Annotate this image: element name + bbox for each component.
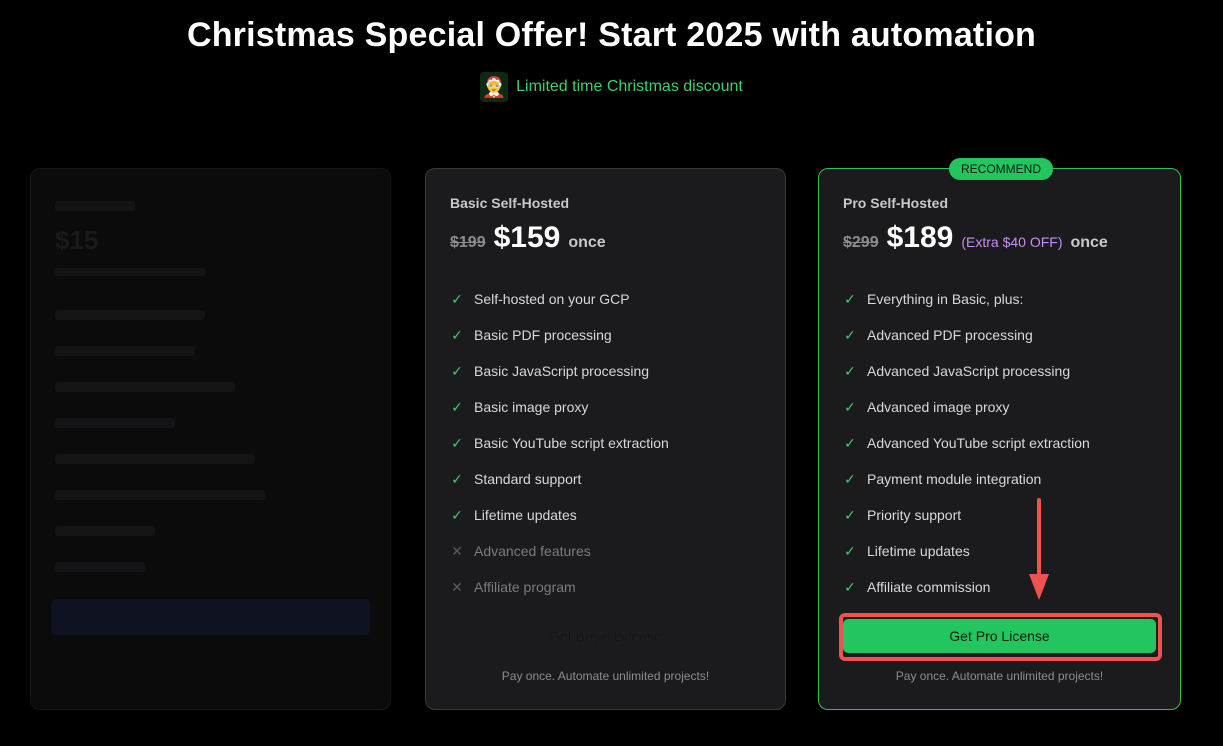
- feature-list: ✓ Everything in Basic, plus: ✓ Advanced PD…: [843, 281, 1156, 605]
- feature-label: Advanced image proxy: [867, 399, 1010, 415]
- cross-icon: ✕: [451, 578, 463, 595]
- price-row: $299 $189 (Extra $40 OFF) once: [843, 221, 1156, 255]
- feature-item: ✓ Basic PDF processing: [450, 317, 761, 353]
- button-label: Get Pro License: [949, 628, 1050, 644]
- feature-label: Everything in Basic, plus:: [867, 291, 1024, 307]
- feature-label: Lifetime updates: [867, 543, 970, 559]
- billing-period: once: [1070, 234, 1108, 251]
- page-title: Christmas Special Offer! Start 2025 with…: [186, 16, 1037, 54]
- feature-label: Basic JavaScript processing: [474, 363, 650, 379]
- feature-item: ✓ Standard support: [450, 461, 761, 497]
- recommend-badge: RECOMMEND: [949, 158, 1053, 180]
- check-icon: ✓: [844, 362, 856, 379]
- feature-placeholder: [55, 562, 145, 572]
- feature-label: Advanced YouTube script extraction: [867, 435, 1090, 451]
- feature-placeholder: [55, 310, 205, 320]
- feature-placeholder: [55, 382, 235, 392]
- feature-item: ✓ Self-hosted on your GCP: [450, 281, 761, 317]
- feature-item: ✓ Everything in Basic, plus:: [843, 281, 1156, 317]
- plan-price-cloud: $15: [55, 225, 99, 255]
- get-basic-license-button[interactable]: Get Basic License: [450, 619, 761, 653]
- check-icon: ✓: [844, 398, 856, 415]
- payment-note: Pay once. Automate unlimited projects!: [895, 669, 1104, 683]
- feature-item: ✓ Basic image proxy: [450, 389, 761, 425]
- feature-list: ✓ Self-hosted on your GCP ✓ Basic PDF proc…: [450, 281, 761, 605]
- feature-item: ✓ Payment module integration: [843, 461, 1156, 497]
- billing-period: once: [568, 234, 606, 251]
- feature-item: ✓ Basic YouTube script extraction: [450, 425, 761, 461]
- original-price: $299: [843, 234, 879, 251]
- feature-label: Basic image proxy: [474, 399, 589, 415]
- feature-item-excluded: ✕ Affiliate program: [450, 569, 761, 605]
- feature-item: ✓ Advanced YouTube script extraction: [843, 425, 1156, 461]
- plan-card-cloud: $15: [30, 168, 391, 710]
- plan-name: Pro Self-Hosted: [843, 195, 949, 211]
- check-icon: ✓: [451, 362, 463, 379]
- feature-label: Standard support: [474, 471, 582, 487]
- feature-label: Basic PDF processing: [474, 327, 612, 343]
- cloud-cta-button[interactable]: [51, 599, 370, 635]
- check-icon: ✓: [451, 434, 463, 451]
- feature-label: Self-hosted on your GCP: [474, 291, 630, 307]
- check-icon: ✓: [844, 326, 856, 343]
- check-icon: ✓: [844, 578, 856, 595]
- original-price: $199: [450, 234, 486, 251]
- feature-item: ✓ Lifetime updates: [450, 497, 761, 533]
- feature-item: ✓ Advanced image proxy: [843, 389, 1156, 425]
- check-icon: ✓: [451, 470, 463, 487]
- cross-icon: ✕: [451, 542, 463, 559]
- feature-placeholder: [55, 418, 175, 428]
- feature-item: ✓ Affiliate commission: [843, 569, 1156, 605]
- feature-label: Advanced JavaScript processing: [867, 363, 1071, 379]
- feature-item: ✓ Advanced PDF processing: [843, 317, 1156, 353]
- plan-card-pro: RECOMMEND Pro Self-Hosted $299 $189 (Ext…: [818, 158, 1181, 710]
- price-row: $199 $159 once: [450, 221, 761, 255]
- promo-subtitle: 🤶 Limited time Christmas discount: [0, 72, 1223, 102]
- get-pro-license-button[interactable]: Get Pro License: [843, 619, 1156, 653]
- sale-price: $189: [886, 221, 954, 254]
- feature-item: ✓ Advanced JavaScript processing: [843, 353, 1156, 389]
- feature-item: ✓ Priority support: [843, 497, 1156, 533]
- feature-label: Priority support: [867, 507, 962, 523]
- check-icon: ✓: [844, 542, 856, 559]
- check-icon: ✓: [844, 506, 856, 523]
- payment-note: Pay once. Automate unlimited projects!: [501, 669, 710, 683]
- feature-label: Advanced features: [474, 543, 591, 559]
- plan-card-basic: Basic Self-Hosted $199 $159 once ✓ Self-h…: [425, 168, 786, 710]
- check-icon: ✓: [451, 398, 463, 415]
- check-icon: ✓: [844, 290, 856, 307]
- feature-item: ✓ Lifetime updates: [843, 533, 1156, 569]
- check-icon: ✓: [844, 434, 856, 451]
- check-icon: ✓: [451, 506, 463, 523]
- feature-label: Basic YouTube script extraction: [474, 435, 669, 451]
- feature-placeholder: [55, 346, 195, 356]
- feature-label: Affiliate commission: [867, 579, 991, 595]
- feature-label: Advanced PDF processing: [867, 327, 1033, 343]
- arrow-down-icon: [1029, 498, 1049, 600]
- check-icon: ✓: [451, 326, 463, 343]
- check-icon: ✓: [844, 470, 856, 487]
- mrs-claus-emoji-icon: 🤶: [480, 72, 509, 102]
- feature-label: Payment module integration: [867, 471, 1042, 487]
- plan-note-placeholder: [55, 268, 205, 276]
- feature-placeholder: [55, 526, 155, 536]
- plan-name: Basic Self-Hosted: [450, 195, 570, 211]
- feature-item: ✓ Basic JavaScript processing: [450, 353, 761, 389]
- sale-price: $159: [493, 221, 561, 254]
- feature-placeholder: [55, 490, 265, 500]
- feature-placeholder: [55, 454, 255, 464]
- button-label: Get Basic License: [549, 628, 662, 644]
- promo-subtitle-text: Limited time Christmas discount: [516, 78, 743, 95]
- extra-discount: (Extra $40 OFF): [961, 234, 1063, 250]
- plan-name-placeholder: [55, 201, 135, 211]
- check-icon: ✓: [451, 290, 463, 307]
- feature-label: Lifetime updates: [474, 507, 577, 523]
- feature-item-excluded: ✕ Advanced features: [450, 533, 761, 569]
- feature-label: Affiliate program: [474, 579, 576, 595]
